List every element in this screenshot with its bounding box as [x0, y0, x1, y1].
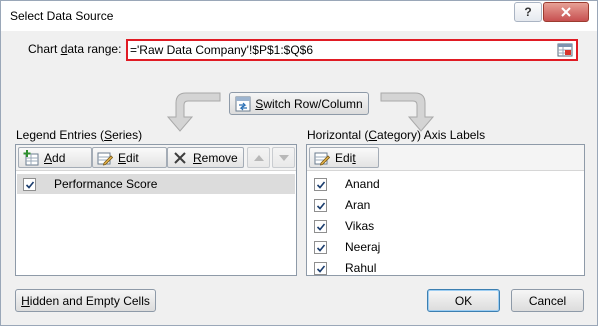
axis-labels-heading: Horizontal (Category) Axis Labels: [307, 128, 486, 142]
cancel-label: Cancel: [528, 293, 567, 308]
list-item[interactable]: Neeraj: [308, 237, 583, 257]
cancel-button[interactable]: Cancel: [511, 289, 584, 312]
checkmark-icon: [25, 181, 35, 189]
title-bar: Select Data Source ?: [1, 1, 597, 31]
remove-series-label: Remove: [193, 150, 238, 165]
axis-toolbar: Edit: [307, 145, 584, 171]
remove-series-button[interactable]: Remove: [167, 147, 244, 168]
ok-label: OK: [454, 293, 473, 308]
range-picker-button[interactable]: [557, 42, 573, 58]
help-icon: ?: [524, 5, 532, 19]
checkmark-icon: [316, 244, 326, 252]
right-curved-arrow-icon: [380, 92, 435, 132]
axis-label-checkbox[interactable]: [314, 199, 327, 212]
switch-row-column-label: Switch Row/Column: [255, 96, 363, 111]
hidden-empty-cells-label: Hidden and Empty Cells: [21, 293, 150, 308]
legend-entries-panel: Add Edit Remove Performance Score: [15, 144, 297, 276]
edit-axis-icon: [314, 152, 330, 166]
switch-icon: [235, 96, 251, 111]
legend-entries-heading: Legend Entries (Series): [16, 128, 143, 142]
series-label: Performance Score: [54, 177, 158, 191]
axis-label-text: Neeraj: [345, 240, 381, 254]
axis-labels-panel: Edit Anand Aran Vikas Neeraj Rahul: [306, 144, 585, 276]
checkmark-icon: [316, 202, 326, 210]
edit-axis-labels-label: Edit: [335, 150, 356, 165]
checkmark-icon: [316, 181, 326, 189]
series-checkbox[interactable]: [23, 178, 36, 191]
edit-series-icon: [97, 152, 113, 166]
checkmark-icon: [316, 223, 326, 231]
close-x-icon: [561, 7, 571, 17]
axis-label-checkbox[interactable]: [314, 220, 327, 233]
add-series-button[interactable]: Add: [18, 147, 92, 168]
checkmark-icon: [316, 265, 326, 273]
list-item[interactable]: Aran: [308, 195, 583, 215]
chart-data-range-field: [126, 39, 578, 61]
axis-label-text: Aran: [345, 198, 371, 212]
move-up-button[interactable]: [247, 147, 270, 168]
axis-label-text: Anand: [345, 177, 380, 191]
remove-x-icon: [174, 151, 186, 164]
move-up-arrow-icon: [253, 154, 264, 161]
axis-label-checkbox[interactable]: [314, 241, 327, 254]
axis-label-text: Rahul: [345, 261, 377, 275]
left-curved-arrow-icon: [166, 92, 221, 132]
add-series-label: Add: [44, 150, 66, 165]
help-button[interactable]: ?: [514, 2, 542, 22]
window-title: Select Data Source: [10, 9, 114, 23]
move-down-button[interactable]: [272, 147, 295, 168]
switch-row-column-button[interactable]: Switch Row/Column: [229, 92, 369, 115]
list-item[interactable]: Performance Score: [17, 174, 295, 194]
add-series-icon: [23, 149, 39, 165]
ok-button[interactable]: OK: [427, 289, 500, 312]
axis-label-checkbox[interactable]: [314, 262, 327, 275]
axis-label-checkbox[interactable]: [314, 178, 327, 191]
list-item[interactable]: Rahul: [308, 258, 583, 278]
legend-toolbar: Add Edit Remove: [16, 145, 296, 171]
select-data-source-dialog: Select Data Source ? Chart data range: =…: [0, 0, 598, 326]
edit-series-button[interactable]: Edit: [92, 147, 167, 168]
edit-series-label: Edit: [118, 150, 139, 165]
chart-data-range-label: Chart data range:: [28, 42, 122, 56]
move-down-arrow-icon: [278, 154, 289, 161]
edit-axis-labels-button[interactable]: Edit: [309, 147, 379, 168]
hidden-empty-cells-button[interactable]: Hidden and Empty Cells: [15, 289, 156, 312]
list-item[interactable]: Vikas: [308, 216, 583, 236]
chart-data-range-input[interactable]: [130, 42, 554, 58]
range-picker-icon: [557, 43, 573, 57]
close-button[interactable]: [543, 2, 589, 22]
list-item[interactable]: Anand: [308, 174, 583, 194]
axis-label-text: Vikas: [345, 219, 375, 233]
